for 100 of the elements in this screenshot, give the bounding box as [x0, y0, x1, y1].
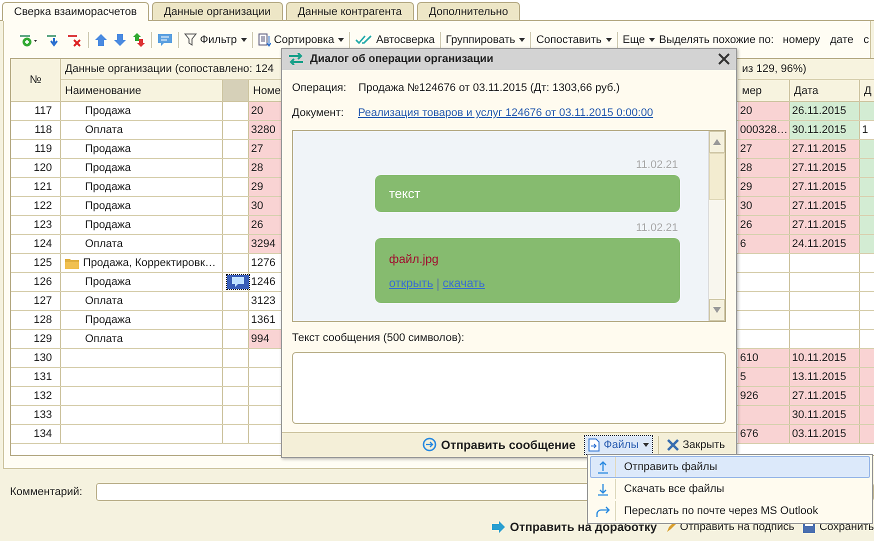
table-cell: 20	[249, 102, 282, 120]
table-cell-text: Оплата	[85, 237, 123, 252]
send-message-button[interactable]: Отправить сообщение	[419, 435, 579, 454]
table-cell: 26	[249, 216, 282, 234]
toolbar-button[interactable]: Автосверка	[354, 32, 436, 48]
arrow-up-icon[interactable]	[92, 32, 109, 48]
download-icon	[597, 482, 609, 496]
table-cell: 27.11.2015	[790, 197, 860, 215]
message-date: 11.02.21	[636, 158, 678, 171]
column-header[interactable]: №	[11, 59, 61, 101]
table-cell: 27.11.2015	[790, 216, 860, 234]
row-number: 123	[11, 216, 61, 234]
toolbar-button[interactable]: Фильтр	[182, 31, 248, 48]
table-cell: 926	[738, 387, 790, 405]
column-header[interactable]: Дата	[790, 80, 860, 101]
swap-icon[interactable]	[130, 30, 147, 48]
toolbar-button[interactable]: Сопоставить	[535, 32, 613, 48]
comment-icon[interactable]	[156, 32, 174, 48]
caret-icon	[649, 38, 656, 42]
table-cell-text: Оплата	[85, 332, 123, 347]
toolbar-option[interactable]: с	[862, 32, 870, 48]
table-cell: 994	[249, 330, 282, 348]
column-header[interactable]: мер	[738, 80, 790, 101]
menu-item[interactable]: Отправить файлы	[590, 456, 870, 478]
table-cell: 30	[249, 197, 282, 215]
group-header: из 129, 96%)	[738, 59, 874, 80]
action-button[interactable]: Отправить на доработку	[490, 520, 657, 534]
row-number: 127	[11, 292, 61, 310]
tab[interactable]: Данные организации	[152, 2, 283, 20]
table-cell-text: Продажа	[85, 180, 131, 195]
row-number: 134	[11, 425, 61, 443]
toolbar-option[interactable]: дате	[829, 32, 854, 48]
toolbar-option[interactable]: номеру	[782, 32, 822, 48]
table-cell: 27.11.2015	[790, 159, 860, 177]
menu-item[interactable]: Переслать по почте через MS Outlook	[590, 500, 870, 522]
row-number: 129	[11, 330, 61, 348]
table-cell: 24.11.2015	[790, 235, 860, 253]
row-number: 121	[11, 178, 61, 196]
comment-icon[interactable]	[227, 275, 249, 289]
table-cell: 20	[738, 102, 790, 120]
table-cell-text: Продажа	[85, 104, 131, 119]
scroll-down-button[interactable]	[709, 298, 725, 321]
tab[interactable]: Дополнительно	[416, 2, 520, 20]
tab[interactable]: Данные контрагента	[286, 2, 414, 20]
arrow-right-icon	[490, 520, 507, 534]
table-cell: 27	[249, 140, 282, 158]
caret-icon	[519, 38, 526, 42]
table-cell-text: Продажа	[85, 275, 131, 290]
table-cell: 13.11.2015	[790, 368, 860, 386]
files-button[interactable]: Файлы	[584, 434, 653, 455]
check-icon	[355, 34, 374, 44]
table-cell: 676	[738, 425, 790, 443]
table-cell: 28	[738, 159, 790, 177]
table-cell: 27.11.2015	[790, 387, 860, 405]
scrollbar-thumb[interactable]	[709, 152, 725, 200]
table-cell: 10.11.2015	[790, 349, 860, 367]
row-number: 133	[11, 406, 61, 424]
folder-icon	[65, 258, 79, 268]
table-cell: 30.11.2015	[790, 121, 860, 139]
file-name: файл.jpg	[389, 252, 440, 266]
row-number: 117	[11, 102, 61, 120]
table-cell: 610	[738, 349, 790, 367]
arrow-up-icon	[713, 138, 721, 145]
highlight-label: Выделять похожие по:	[659, 34, 774, 46]
caret-icon	[642, 442, 649, 447]
caret-icon	[606, 38, 612, 42]
message-field[interactable]	[292, 352, 726, 424]
table-cell-text: Продажа	[85, 218, 131, 233]
menu-item[interactable]: Скачать все файлы	[590, 478, 870, 500]
row-number: 130	[11, 349, 61, 367]
arrow-down-icon[interactable]	[112, 32, 128, 48]
document-link[interactable]: Реализация товаров и услуг 124676 от 03.11.2015 0:00:00	[358, 107, 654, 120]
toolbar-button[interactable]: Сортировка	[256, 30, 346, 48]
close-icon	[666, 438, 679, 451]
table-cell: 29	[738, 178, 790, 196]
message-date: 11.02.21	[636, 222, 678, 234]
table-cell: 5	[738, 368, 790, 386]
dialog-title: Диалог об операции организации	[310, 53, 494, 66]
message-bubble: текст	[375, 174, 680, 212]
arrow-down-icon	[713, 306, 721, 313]
table-cell-text: Продажа	[85, 142, 131, 157]
caret-icon	[240, 38, 247, 42]
table-cell: 26.11.2015	[790, 102, 860, 120]
close-dialog-button[interactable]: Закрыть	[664, 436, 728, 453]
operation-value: Продажа №124676 от 03.11.2015 (Дт: 1303,66 руб.)	[358, 82, 620, 94]
column-header[interactable]: Д	[860, 80, 874, 101]
close-button[interactable]	[718, 53, 730, 66]
row-number: 124	[11, 235, 61, 253]
table-cell: 28	[249, 159, 282, 177]
table-cell: 000328…	[738, 121, 790, 139]
row-number: 126	[11, 273, 61, 291]
field-label: Операция:	[292, 82, 346, 94]
table-cell-text: Продажа, Корректировк…	[83, 256, 216, 271]
tab[interactable]: Сверка взаиморасчетов	[2, 2, 149, 21]
row-number: 128	[11, 311, 61, 329]
toolbar-button[interactable]: Группировать	[444, 32, 526, 48]
scroll-up-button[interactable]	[709, 130, 725, 153]
send-icon	[422, 437, 438, 452]
toolbar-button[interactable]: Еще	[622, 32, 656, 48]
table-cell: 3294	[249, 235, 282, 253]
